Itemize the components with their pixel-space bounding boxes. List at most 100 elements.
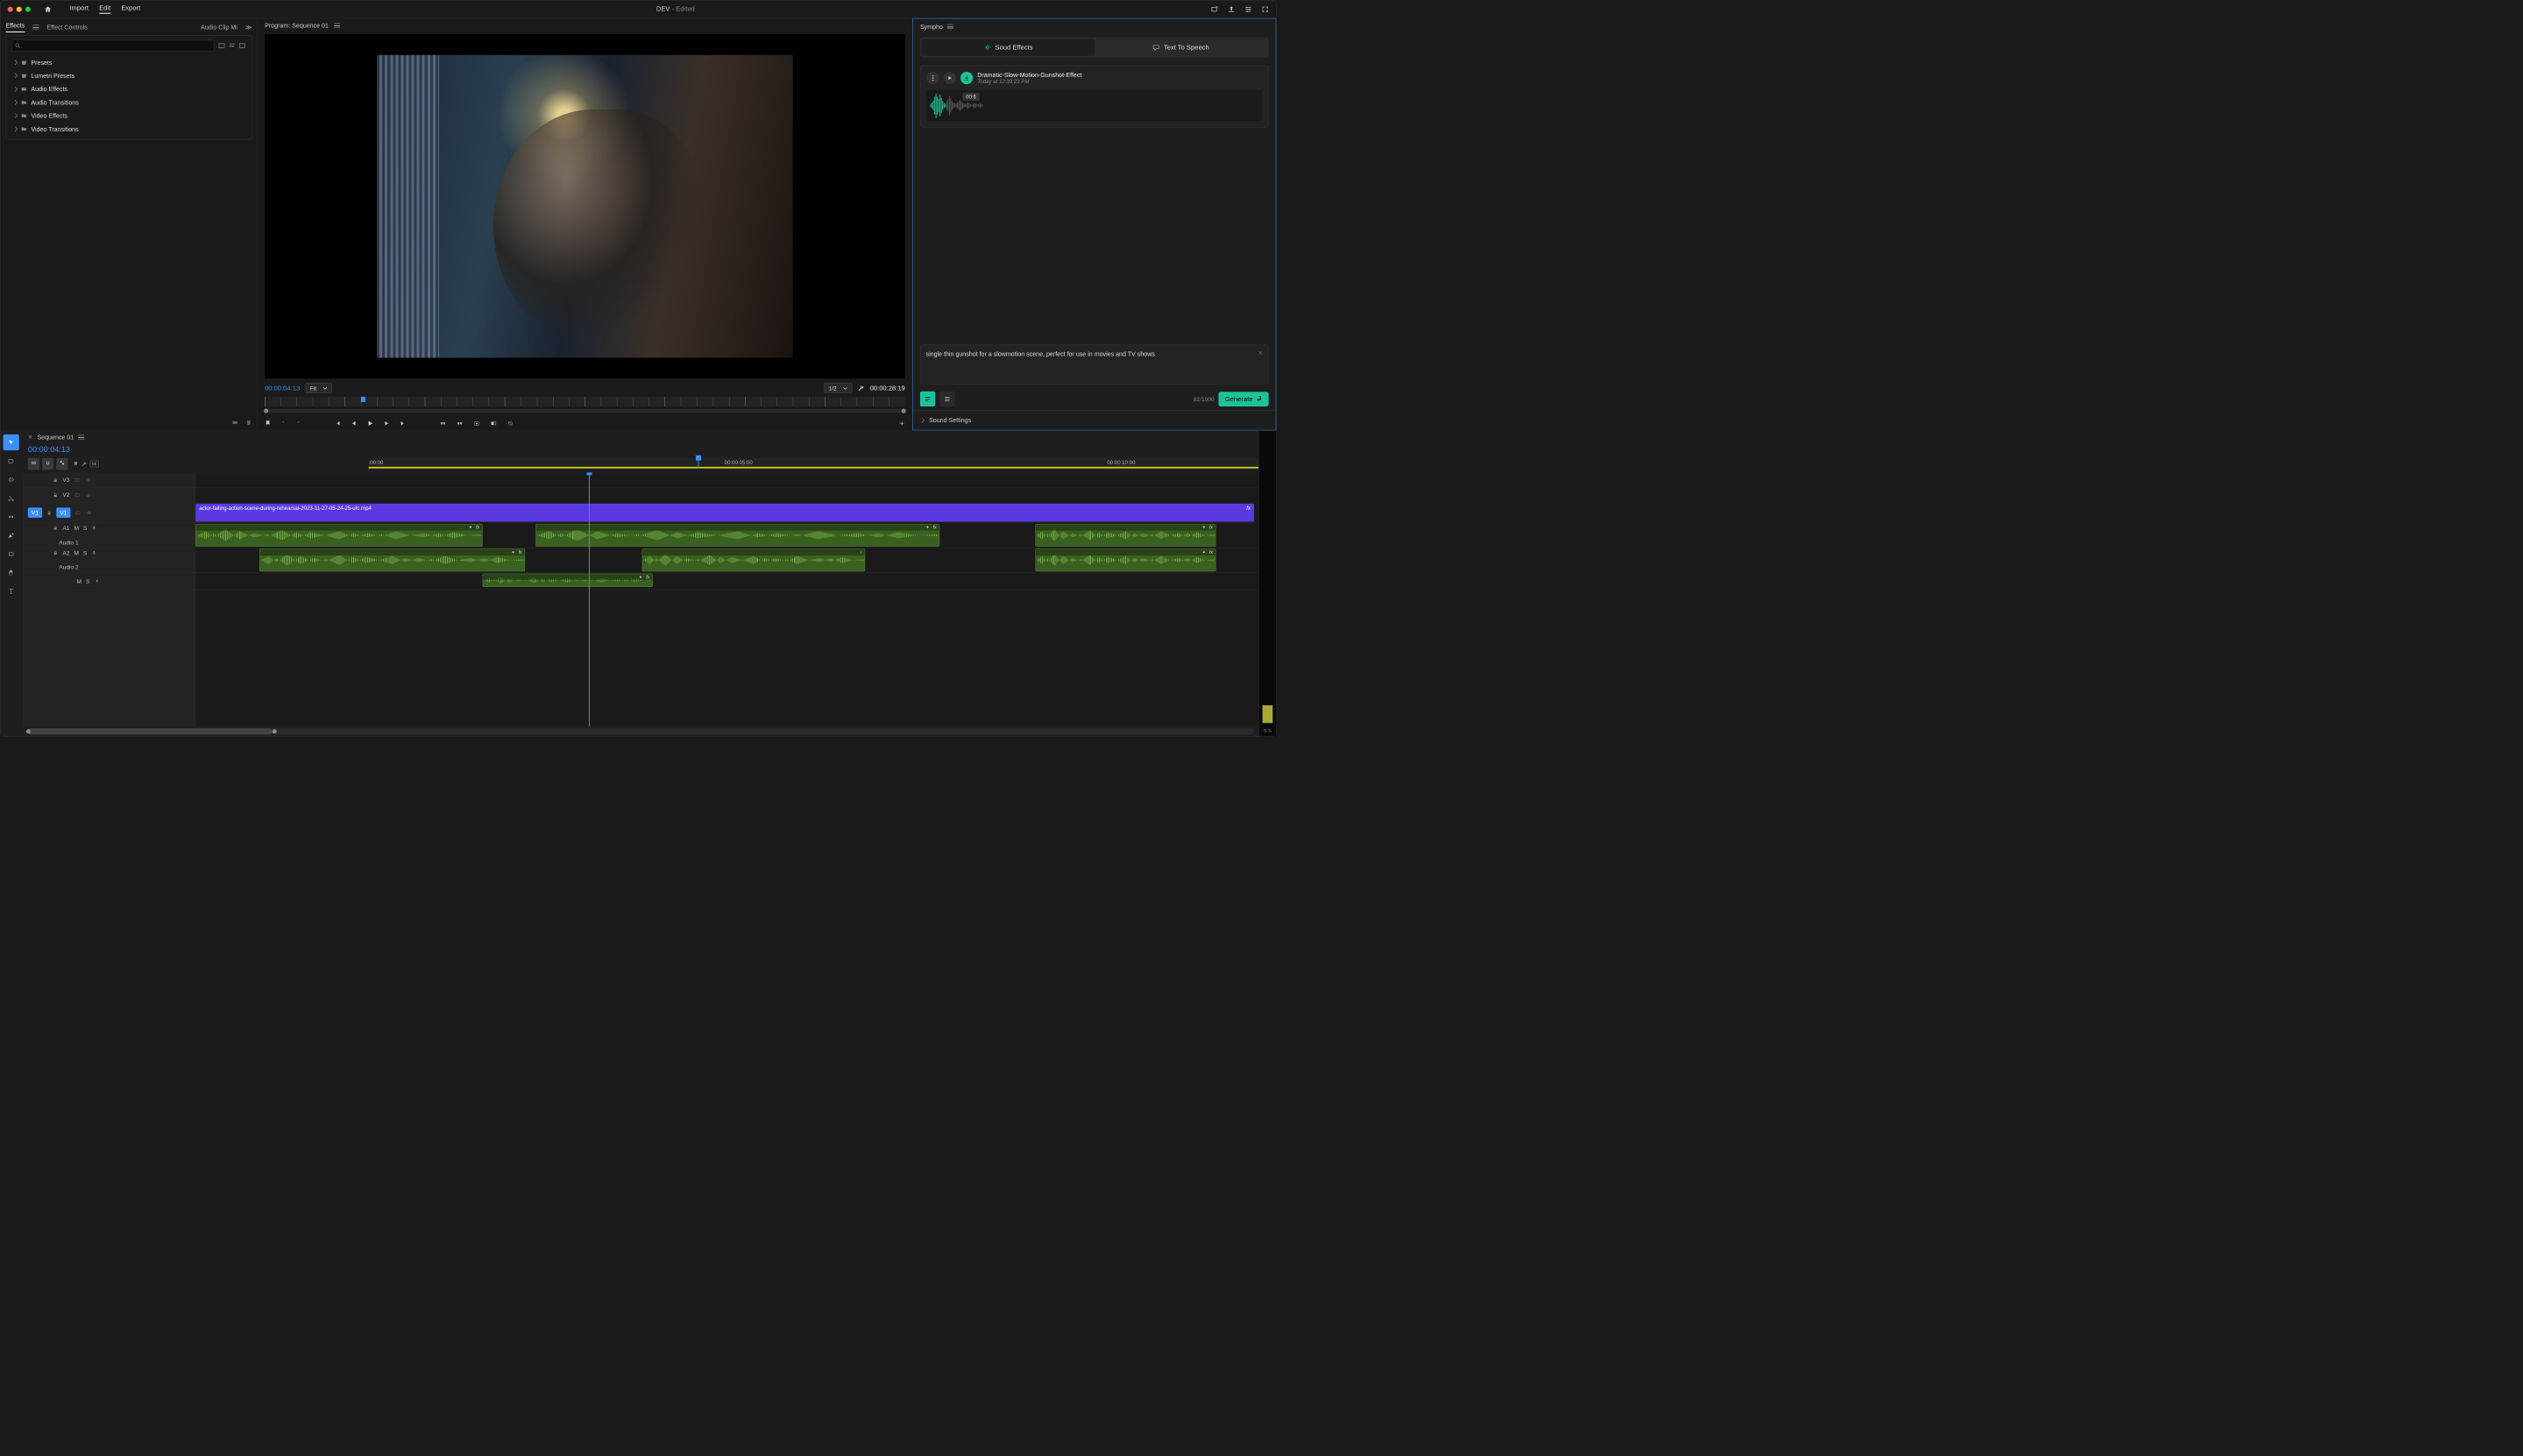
film-icon[interactable] — [74, 477, 80, 483]
tree-presets[interactable]: Presets — [11, 57, 246, 68]
step-forward-icon[interactable] — [384, 421, 390, 427]
button-editor-icon[interactable] — [899, 421, 905, 427]
linked-selection-icon[interactable] — [56, 458, 67, 470]
snap-icon[interactable] — [42, 458, 53, 470]
preset-yuv-icon[interactable] — [238, 42, 246, 50]
tab-effects[interactable]: Effects — [6, 22, 25, 32]
prompt-mode-list-button[interactable] — [920, 392, 935, 406]
hand-tool[interactable] — [4, 565, 19, 581]
audio-clip[interactable]: ✦fx — [1035, 524, 1215, 547]
tree-audio-transitions[interactable]: Audio Transitions — [11, 96, 246, 108]
timeline-timecode[interactable]: 00:00:04:13 — [23, 443, 1258, 458]
track-header-v1[interactable]: V1 V1 — [23, 503, 195, 523]
lock-icon[interactable] — [53, 526, 58, 531]
lock-icon[interactable] — [53, 492, 58, 498]
proxy-toggle-icon[interactable] — [507, 421, 514, 427]
extract-icon[interactable] — [457, 421, 464, 427]
mark-out-icon[interactable] — [296, 420, 301, 427]
lift-icon[interactable] — [439, 421, 446, 427]
tab-audio-mixer[interactable]: Audio Clip Mi — [201, 24, 237, 31]
tab-effect-controls[interactable]: Effect Controls — [46, 24, 87, 31]
timecode-in[interactable]: 00:00:04:13 — [265, 385, 300, 392]
solo-button[interactable]: S — [86, 578, 89, 585]
source-patch-v1[interactable]: V1 — [28, 507, 42, 518]
eye-icon[interactable] — [86, 510, 93, 515]
film-icon[interactable] — [74, 510, 81, 515]
comparison-icon[interactable] — [490, 421, 497, 427]
eye-icon[interactable] — [85, 492, 92, 498]
audio-clip[interactable]: ✦fx — [195, 524, 482, 547]
sound-settings-row[interactable]: Sound Settings — [913, 410, 1276, 430]
tree-lumetri[interactable]: Lumetri Presets — [11, 70, 246, 81]
track-select-tool[interactable] — [4, 453, 19, 469]
play-icon[interactable] — [366, 420, 373, 427]
track-header-v2[interactable]: V2 — [23, 488, 195, 503]
timeline-ruler[interactable]: :00:00 00:00:05:00 00:00:10:00 — [368, 458, 1258, 469]
result-download-button[interactable] — [960, 72, 973, 84]
menu-edit[interactable]: Edit — [99, 4, 110, 14]
mute-button[interactable]: M — [74, 525, 78, 532]
new-bin-icon[interactable] — [231, 419, 238, 426]
clear-prompt-icon[interactable]: ✕ — [1258, 350, 1263, 357]
slip-tool[interactable] — [4, 509, 19, 525]
go-to-in-icon[interactable] — [334, 421, 341, 427]
mic-icon[interactable] — [91, 525, 96, 531]
tab-sound-effects[interactable]: Soud Effects — [922, 39, 1095, 56]
prompt-mode-grid-button[interactable] — [939, 392, 954, 406]
lock-icon[interactable] — [53, 477, 58, 483]
preset-32-icon[interactable]: 32 — [229, 43, 234, 48]
go-to-out-icon[interactable] — [400, 421, 407, 427]
menu-export[interactable]: Export — [121, 4, 140, 14]
lock-icon[interactable] — [53, 550, 58, 555]
program-scrubber[interactable] — [265, 409, 905, 413]
mute-button[interactable]: M — [77, 578, 82, 585]
audio-clip[interactable]: ✦fx — [1035, 548, 1215, 571]
sequence-tab[interactable]: Sequence 01 — [37, 434, 74, 441]
lane-v1[interactable]: actor-failing-action-scene-during-rehear… — [195, 503, 1258, 523]
audio-clip[interactable]: ✦fx — [259, 548, 525, 571]
track-target-v1[interactable]: V1 — [56, 507, 70, 518]
solo-button[interactable]: S — [83, 525, 87, 532]
cc-icon[interactable]: cc — [90, 461, 99, 468]
step-back-icon[interactable] — [351, 421, 357, 427]
ripple-edit-tool[interactable] — [4, 471, 19, 487]
lane-a1[interactable]: ✦fx ✦fx ✦fx — [195, 523, 1258, 548]
track-header-a1[interactable]: A1 M S Audio 1 — [23, 523, 195, 548]
generate-button[interactable]: Generate — [1219, 392, 1269, 406]
result-play-button[interactable] — [944, 72, 956, 84]
minimize-window-button[interactable] — [17, 6, 22, 11]
audio-clip[interactable]: ✦fx — [535, 524, 939, 547]
share-icon[interactable] — [1228, 5, 1236, 13]
menu-import[interactable]: Import — [69, 4, 89, 14]
timeline-horizontal-scroll[interactable] — [27, 728, 1254, 734]
export-frame-icon[interactable] — [473, 421, 480, 427]
program-viewport[interactable] — [265, 34, 905, 378]
effects-search-input[interactable] — [11, 40, 214, 52]
mute-button[interactable]: M — [74, 549, 78, 556]
video-clip[interactable]: actor-failing-action-scene-during-rehear… — [195, 504, 1254, 522]
selection-tool[interactable] — [4, 435, 19, 450]
lane-playhead[interactable] — [589, 472, 590, 726]
type-tool[interactable] — [4, 583, 19, 599]
audio-clip[interactable]: ✦fx — [483, 574, 653, 587]
solo-button[interactable]: S — [83, 549, 87, 556]
tree-video-transitions[interactable]: Video Transitions — [11, 124, 246, 135]
tree-audio-effects[interactable]: Audio Effects — [11, 83, 246, 95]
add-marker-icon[interactable] — [265, 420, 271, 427]
lane-v2[interactable] — [195, 488, 1258, 503]
razor-tool[interactable] — [4, 491, 19, 506]
home-icon[interactable] — [44, 5, 52, 13]
wrench-icon[interactable] — [857, 385, 864, 392]
resolution-dropdown[interactable]: 1/2 — [824, 383, 852, 393]
close-window-button[interactable] — [8, 6, 13, 11]
more-tabs-icon[interactable]: ≫ — [245, 24, 252, 32]
timeline-menu-icon[interactable] — [78, 435, 84, 439]
audio-clip[interactable]: ♪ — [642, 548, 866, 571]
settings-icon[interactable] — [1244, 5, 1252, 13]
rectangle-tool[interactable] — [4, 546, 19, 562]
settings-wrench-icon[interactable] — [82, 461, 88, 467]
eye-icon[interactable] — [85, 477, 92, 483]
film-icon[interactable] — [74, 492, 80, 498]
track-header-a2[interactable]: A2 M S Audio 2 — [23, 548, 195, 572]
lane-a2[interactable]: ✦fx ♪ ✦fx — [195, 548, 1258, 572]
